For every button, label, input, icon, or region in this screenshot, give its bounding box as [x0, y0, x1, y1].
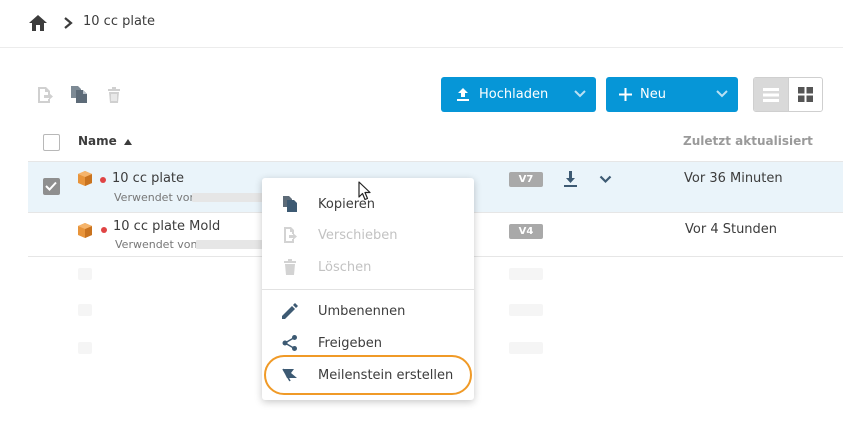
placeholder-row [509, 268, 543, 280]
placeholder-row [509, 304, 543, 316]
sort-ascending-icon[interactable] [124, 139, 132, 145]
move-icon [284, 227, 297, 243]
trash-icon[interactable] [105, 86, 123, 104]
download-icon[interactable] [563, 171, 578, 187]
version-badge[interactable]: V4 [509, 224, 543, 239]
list-view-icon [762, 87, 779, 102]
new-button[interactable]: Neu [606, 77, 738, 112]
used-by-label: Verwendet von [114, 191, 197, 204]
home-icon[interactable] [28, 13, 48, 33]
copy-icon [283, 196, 297, 212]
upload-icon [457, 88, 469, 101]
trash-icon [284, 259, 296, 275]
file-icon [78, 223, 92, 238]
grid-view-icon [797, 87, 813, 102]
menu-item-delete[interactable]: Löschen [262, 251, 474, 283]
updated-time: Vor 4 Stunden [685, 222, 778, 237]
breadcrumb-current[interactable]: 10 cc plate [83, 14, 155, 29]
menu-item-label: Umbenennen [318, 303, 406, 319]
pencil-icon [282, 303, 298, 319]
mouse-cursor-icon [358, 181, 371, 201]
move-icon[interactable] [36, 86, 54, 104]
file-name-link[interactable]: 10 cc plate [112, 171, 184, 186]
placeholder-row [509, 342, 543, 354]
used-by-value [196, 240, 264, 249]
copy-icon[interactable] [70, 85, 88, 103]
menu-item-label: Verschieben [318, 227, 398, 243]
menu-item-move[interactable]: Verschieben [262, 219, 474, 251]
status-dot [100, 177, 106, 183]
chevron-down-icon[interactable] [599, 175, 612, 184]
column-header-name[interactable]: Name [78, 134, 117, 148]
chevron-down-icon[interactable] [574, 89, 586, 99]
status-dot [101, 227, 107, 233]
used-by-value [192, 193, 270, 202]
view-toggle [753, 77, 823, 112]
grid-view-button[interactable] [787, 78, 822, 111]
chevron-down-icon[interactable] [716, 89, 728, 99]
share-icon [282, 335, 297, 351]
list-view-button[interactable] [754, 78, 788, 111]
select-all-checkbox[interactable] [43, 134, 60, 151]
upload-button[interactable]: Hochladen [441, 77, 596, 112]
upload-button-label: Hochladen [479, 87, 549, 102]
column-header-updated[interactable]: Zuletzt aktualisiert [683, 134, 813, 148]
updated-time: Vor 36 Minuten [684, 171, 783, 186]
highlight-outline [264, 355, 472, 395]
version-badge[interactable]: V7 [509, 172, 543, 187]
plus-icon [619, 88, 632, 101]
file-name-link[interactable]: 10 cc plate Mold [113, 219, 220, 234]
checkmark-icon [45, 181, 57, 191]
menu-divider [262, 289, 474, 290]
placeholder-row [78, 342, 92, 354]
menu-item-rename[interactable]: Umbenennen [262, 295, 474, 327]
placeholder-row [78, 304, 92, 316]
menu-item-label: Freigeben [318, 335, 382, 351]
row-checkbox[interactable] [43, 178, 60, 195]
file-icon [78, 171, 92, 186]
used-by-label: Verwendet von [115, 238, 198, 251]
placeholder-row [78, 268, 92, 280]
new-button-label: Neu [640, 87, 666, 102]
chevron-right-icon [64, 17, 73, 29]
menu-item-label: Löschen [318, 259, 372, 275]
